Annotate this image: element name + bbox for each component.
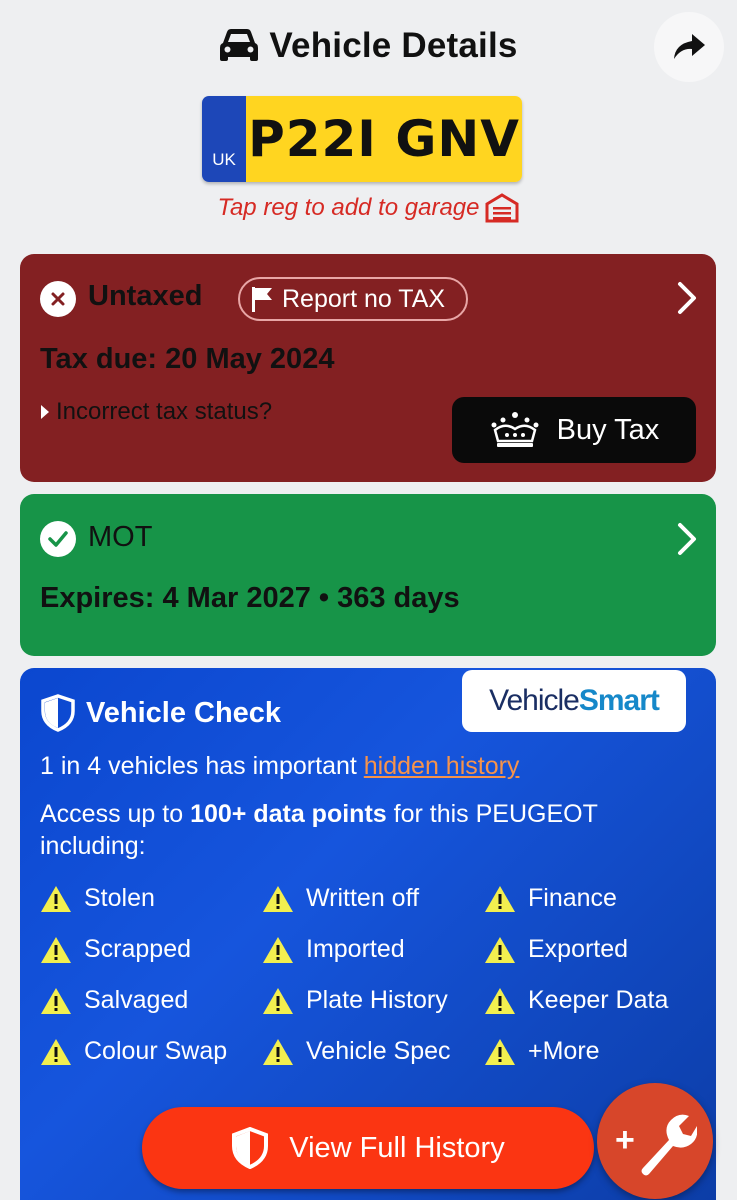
shield-icon: [41, 694, 75, 732]
warning-icon: [485, 936, 515, 963]
hidden-history-link[interactable]: hidden history: [364, 752, 520, 780]
feature-item: Salvaged: [40, 986, 188, 1015]
feature-label: Written off: [306, 884, 420, 912]
data-points-text: Access up to 100+ data points for this P…: [40, 798, 680, 862]
disclosure-triangle-icon: [41, 405, 49, 419]
mot-chevron-right-icon[interactable]: [676, 521, 698, 557]
warning-icon: [41, 885, 71, 912]
vehicle-check-title-text: Vehicle Check: [86, 696, 282, 729]
warning-icon: [263, 936, 293, 963]
warning-icon: [263, 1038, 293, 1065]
access-bold: 100+ data points: [190, 800, 387, 828]
add-to-garage-hint[interactable]: Tap reg to add to garage: [0, 193, 737, 223]
warning-icon: [41, 1038, 71, 1065]
hidden-history-prefix: 1 in 4 vehicles has important: [40, 752, 364, 780]
warning-icon: [41, 987, 71, 1014]
check-circle-icon: [40, 521, 76, 557]
feature-label: Salvaged: [84, 986, 189, 1014]
feature-label: Keeper Data: [528, 986, 669, 1014]
feature-item: Stolen: [40, 884, 155, 913]
fab-plus: +: [615, 1121, 635, 1159]
mot-expiry: Expires: 4 Mar 2027 • 363 days: [40, 582, 460, 614]
feature-label: Exported: [528, 935, 629, 963]
tax-chevron-right-icon[interactable]: [676, 280, 698, 316]
feature-label: Colour Swap: [84, 1037, 228, 1065]
feature-item: Colour Swap: [40, 1037, 227, 1066]
vehicle-smart-logo: Vehicle Smart: [462, 670, 686, 732]
share-button[interactable]: [654, 12, 724, 82]
warning-icon: [263, 885, 293, 912]
hidden-history-line: 1 in 4 vehicles has important hidden his…: [40, 752, 519, 781]
logo-part-smart: Smart: [578, 684, 660, 717]
shield-icon: [232, 1127, 269, 1169]
mot-card[interactable]: [20, 494, 716, 656]
feature-item: Imported: [262, 935, 405, 964]
warning-icon: [485, 1038, 515, 1065]
x-circle-icon: [40, 281, 76, 317]
garage-hint-text: Tap reg to add to garage: [217, 194, 480, 221]
mot-label: MOT: [88, 521, 153, 553]
logo-part-vehicle: Vehicle: [489, 684, 580, 717]
car-icon: [220, 29, 259, 61]
tax-status: Untaxed: [88, 280, 203, 312]
feature-label: Finance: [528, 884, 617, 912]
feature-label: +More: [528, 1037, 600, 1065]
registration-plate[interactable]: UK P22I GNV: [202, 96, 522, 182]
plate-country: UK: [212, 150, 236, 169]
page-title: Vehicle Details: [269, 26, 518, 65]
warning-icon: [485, 885, 515, 912]
buy-tax-label: Buy Tax: [556, 413, 660, 446]
plate-country-band: UK: [202, 96, 246, 182]
feature-item: Plate History: [262, 986, 448, 1015]
access-prefix: Access up to: [40, 800, 191, 828]
warning-icon: [41, 936, 71, 963]
feature-label: Plate History: [306, 986, 448, 1014]
feature-label: Imported: [306, 935, 405, 963]
view-full-history-label: View Full History: [289, 1131, 505, 1164]
flag-icon: [252, 287, 272, 312]
feature-label: Scrapped: [84, 935, 192, 963]
share-arrow-icon: [674, 34, 705, 59]
warning-icon: [263, 987, 293, 1014]
garage-icon: [485, 193, 519, 223]
feature-item: Vehicle Spec: [262, 1037, 451, 1066]
report-no-tax-label: Report no TAX: [282, 284, 446, 313]
feature-item: Scrapped: [40, 935, 191, 964]
title-wrap: Vehicle Details: [0, 26, 737, 66]
add-wrench-icon: +: [615, 1114, 697, 1176]
feature-item: Exported: [484, 935, 628, 964]
report-no-tax-button[interactable]: Report no TAX: [238, 277, 468, 321]
crown-icon: [491, 412, 539, 447]
warning-icon: [485, 987, 515, 1014]
vehicle-check-title: Vehicle Check: [40, 694, 281, 732]
feature-item: Keeper Data: [484, 986, 668, 1015]
feature-item: Written off: [262, 884, 419, 913]
add-service-fab[interactable]: +: [597, 1083, 713, 1199]
feature-label: Stolen: [84, 884, 155, 912]
view-full-history-button[interactable]: View Full History: [142, 1107, 594, 1189]
buy-tax-button[interactable]: Buy Tax: [452, 397, 696, 463]
plate-registration: P22I GNV: [246, 96, 522, 182]
tax-due-date: Tax due: 20 May 2024: [40, 343, 335, 375]
feature-item: Finance: [484, 884, 617, 913]
feature-item: +More: [484, 1037, 600, 1066]
header: Vehicle Details: [0, 0, 737, 96]
incorrect-tax-status-label: Incorrect tax status?: [56, 398, 273, 425]
feature-label: Vehicle Spec: [306, 1037, 451, 1065]
incorrect-tax-status-toggle[interactable]: Incorrect tax status?: [40, 398, 272, 426]
